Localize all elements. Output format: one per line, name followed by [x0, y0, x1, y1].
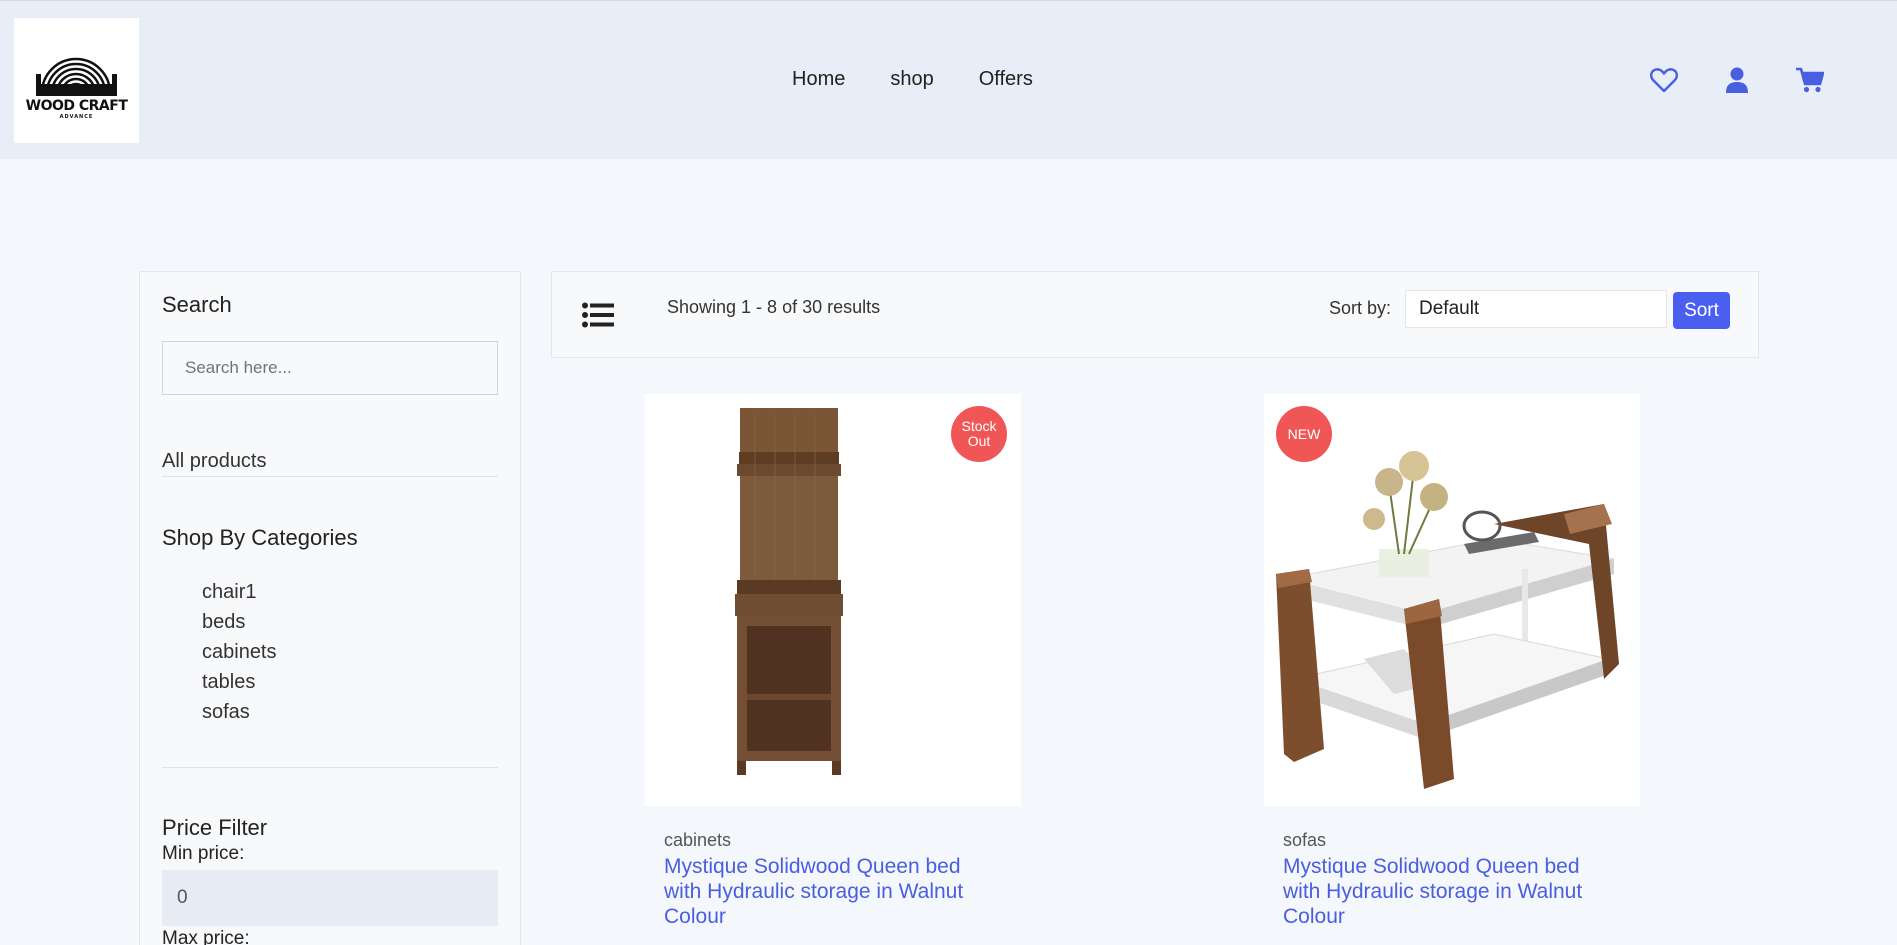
sort-button[interactable]: Sort [1673, 292, 1730, 329]
logo-subtext: ADVANCE [59, 114, 94, 120]
sidebar: Search All products Shop By Categories c… [139, 271, 521, 945]
price-filter-heading: Price Filter [162, 815, 268, 840]
search-heading: Search [162, 292, 232, 317]
nav-offers[interactable]: Offers [979, 68, 1033, 91]
cart-icon[interactable] [1796, 67, 1825, 98]
product-card[interactable]: Stock Out cabinets Mystique Solidwood Que… [645, 394, 1021, 928]
product-title[interactable]: Mystique Solidwood Queen bed with Hydrau… [1283, 854, 1613, 929]
category-item-beds[interactable]: beds [202, 607, 277, 637]
sort-label: Sort by: [1329, 298, 1392, 318]
site-header: WOOD CRAFT ADVANCE Home shop Offers [0, 0, 1897, 159]
category-item-chair1[interactable]: chair1 [202, 577, 277, 607]
results-count: Showing 1 - 8 of 30 results [667, 297, 881, 317]
product-card[interactable]: NEW sofas Mystique Solidwood Queen bed w… [1264, 394, 1640, 928]
main-nav: Home shop Offers [792, 68, 1033, 91]
list-view-icon[interactable] [582, 302, 614, 333]
product-image[interactable]: Stock Out [645, 394, 1021, 806]
all-products-link[interactable]: All products [162, 450, 267, 473]
product-image[interactable]: NEW [1264, 394, 1640, 806]
search-input[interactable] [162, 341, 498, 395]
nav-shop[interactable]: shop [890, 68, 933, 91]
divider [162, 767, 498, 768]
heart-icon[interactable] [1650, 67, 1678, 98]
user-icon[interactable] [1726, 67, 1748, 98]
categories-heading: Shop By Categories [162, 525, 358, 550]
new-badge: NEW [1276, 406, 1332, 462]
min-price-input[interactable] [162, 870, 498, 926]
product-category: sofas [1283, 830, 1327, 850]
category-list: chair1 beds cabinets tables sofas [202, 577, 277, 727]
category-item-cabinets[interactable]: cabinets [202, 637, 277, 667]
results-toolbar: Showing 1 - 8 of 30 results Sort by: Def… [551, 271, 1759, 358]
logo-text: WOOD CRAFT [25, 98, 128, 114]
nav-home[interactable]: Home [792, 68, 845, 91]
product-title[interactable]: Mystique Solidwood Queen bed with Hydrau… [664, 854, 994, 929]
stock-out-badge: Stock Out [951, 406, 1007, 462]
product-category: cabinets [664, 830, 732, 850]
logo-icon [36, 57, 117, 96]
category-item-sofas[interactable]: sofas [202, 697, 277, 727]
max-price-label: Max price: [162, 928, 250, 945]
divider [162, 476, 498, 477]
min-price-label: Min price: [162, 843, 245, 864]
logo[interactable]: WOOD CRAFT ADVANCE [14, 18, 139, 143]
sort-select[interactable]: Default [1405, 290, 1667, 328]
category-item-tables[interactable]: tables [202, 667, 277, 697]
